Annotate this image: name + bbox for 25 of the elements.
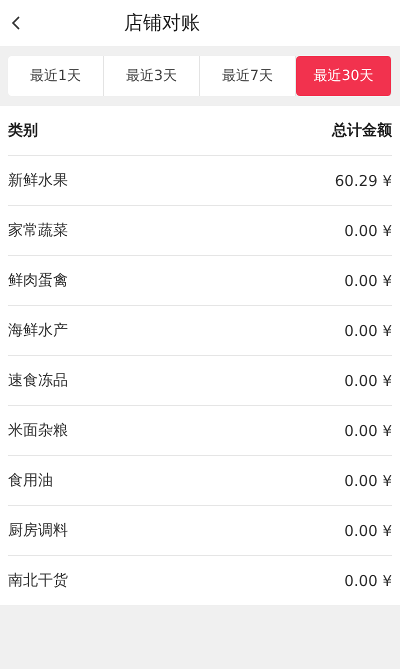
category-cell: 新鲜水果	[8, 171, 68, 190]
period-tab[interactable]: 最近3天	[104, 56, 200, 96]
amount-cell: 0.00 ¥	[344, 422, 392, 440]
column-header: 类别	[8, 121, 38, 140]
category-cell: 厨房调料	[8, 521, 68, 540]
column-header: 总计金额	[332, 121, 392, 140]
amount-cell: 0.00 ¥	[344, 222, 392, 240]
amount-cell: 0.00 ¥	[344, 322, 392, 340]
category-cell: 海鲜水产	[8, 321, 68, 340]
period-tab[interactable]: 最近1天	[8, 56, 104, 96]
amount-cell: 60.29 ¥	[334, 172, 392, 190]
category-cell: 南北干货	[8, 571, 68, 590]
page-title: 店铺对账	[124, 11, 200, 36]
period-tab[interactable]: 最近7天	[200, 56, 296, 96]
category-cell: 食用油	[8, 471, 53, 490]
category-cell: 米面杂粮	[8, 421, 68, 440]
amount-cell: 0.00 ¥	[344, 572, 392, 590]
amount-cell: 0.00 ¥	[344, 522, 392, 540]
amount-cell: 0.00 ¥	[344, 472, 392, 490]
category-cell: 家常蔬菜	[8, 221, 68, 240]
category-cell: 速食冻品	[8, 371, 68, 390]
category-cell: 鲜肉蛋禽	[8, 271, 68, 290]
amount-cell: 0.00 ¥	[344, 372, 392, 390]
period-tab[interactable]: 最近30天	[296, 56, 392, 96]
amount-cell: 0.00 ¥	[344, 272, 392, 290]
